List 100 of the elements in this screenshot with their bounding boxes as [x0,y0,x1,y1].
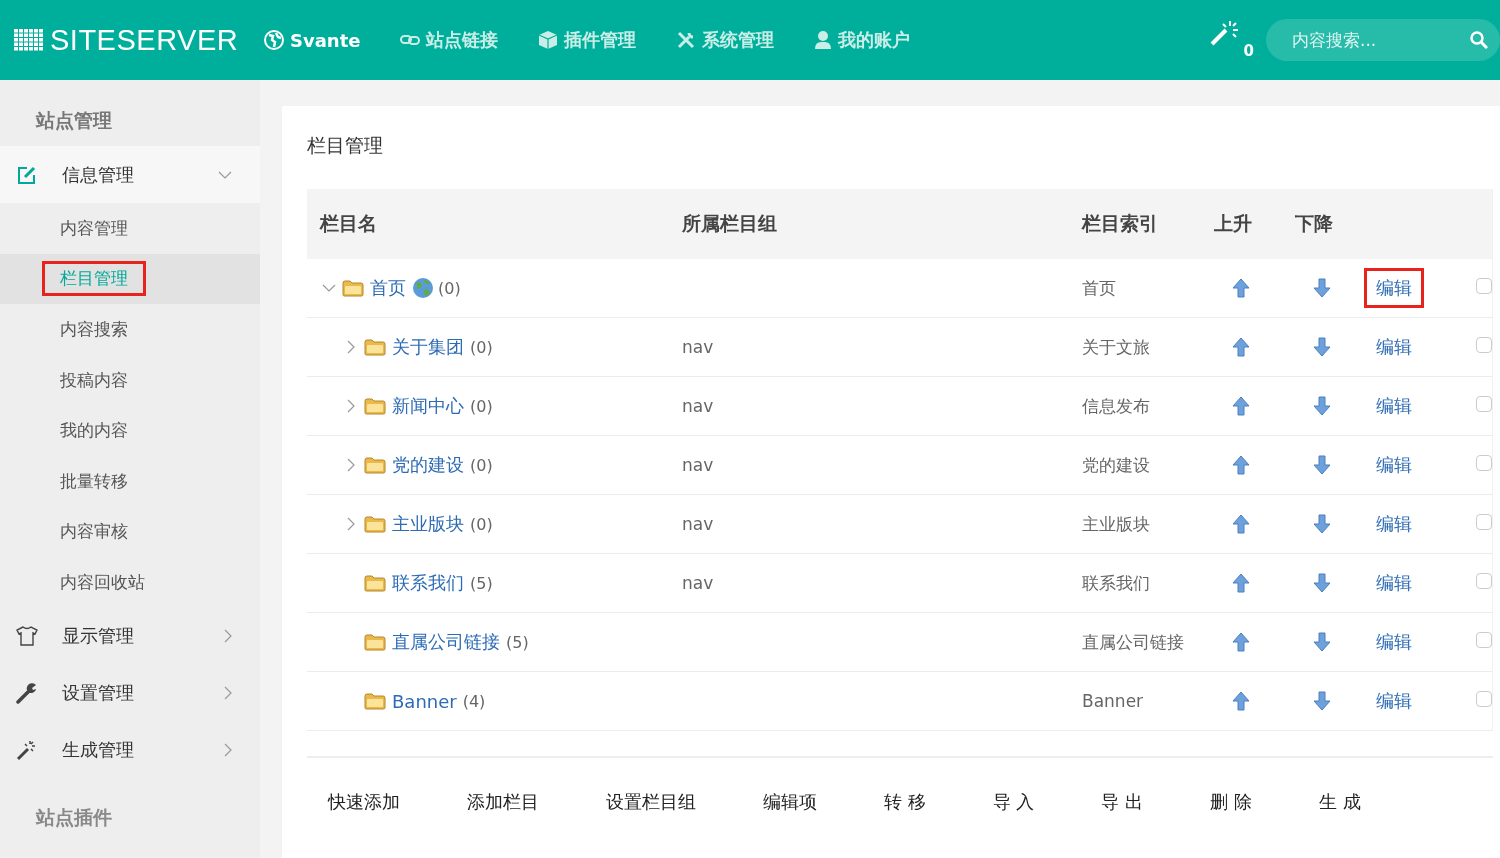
sidebar-group[interactable]: 信息管理 [0,146,260,203]
sidebar-item[interactable]: 我的内容 [42,413,146,449]
chevron-right-icon [347,458,355,472]
magic-wand-icon [16,739,38,762]
row-checkbox[interactable] [1476,278,1492,294]
row-checkbox[interactable] [1476,573,1492,589]
row-checkbox[interactable] [1476,337,1492,353]
sidebar-item[interactable]: 内容审核 [42,514,146,550]
edit-link[interactable]: 编辑 [1364,681,1424,721]
channel-link[interactable]: 直属公司链接 [390,630,502,654]
row-checkbox[interactable] [1476,396,1492,412]
content-count: (0) [470,514,493,534]
channel-link[interactable]: 新闻中心 [390,394,466,418]
action-button[interactable]: 删 除 [1189,784,1272,820]
edit-link[interactable]: 编辑 [1364,386,1424,426]
channel-link[interactable]: 主业版块 [390,512,466,536]
action-button[interactable]: 生 成 [1297,784,1381,820]
column-header: 栏目名 [320,211,378,236]
arrow-up-icon[interactable] [1232,455,1250,475]
folder-icon [342,279,364,297]
arrow-down-icon[interactable] [1313,337,1331,357]
arrow-up-icon[interactable] [1232,396,1250,416]
arrow-down-icon[interactable] [1313,455,1331,475]
arrow-down-icon[interactable] [1313,573,1331,593]
globe-icon [412,277,434,299]
arrow-up-icon[interactable] [1232,691,1250,711]
content-count: (5) [506,632,529,652]
column-header: 所属栏目组 [682,211,778,236]
channel-link[interactable]: 联系我们 [390,571,466,595]
folder-icon [364,692,386,710]
sidebar-item[interactable]: 内容回收站 [42,564,163,600]
edit-link[interactable]: 编辑 [1364,622,1424,662]
chevron-down-icon [322,284,336,292]
action-button[interactable]: 设置栏目组 [585,784,716,820]
content-count: (0) [438,278,461,298]
channel-group: nav [682,396,714,416]
edit-link[interactable]: 编辑 [1364,445,1424,485]
sidebar-group[interactable]: 生成管理 [0,721,260,779]
channel-group: nav [682,337,714,357]
arrow-down-icon[interactable] [1313,278,1331,298]
sidebar-item[interactable]: 投稿内容 [42,362,146,398]
row-checkbox[interactable] [1476,691,1492,707]
arrow-up-icon[interactable] [1232,632,1250,652]
action-button[interactable]: 快速添加 [307,784,420,820]
link-icon [400,34,421,46]
content-count: (4) [462,691,486,711]
arrow-down-icon[interactable] [1313,632,1331,652]
user-icon [814,30,833,50]
sidebar-group-label: 显示管理 [62,624,135,649]
globe-icon [264,30,284,50]
chevron-right-icon [347,340,355,354]
sidebar-group-label: 生成管理 [62,738,135,763]
edit-link[interactable]: 编辑 [1364,327,1424,367]
chevron-right-icon [224,686,232,701]
panel-title: 栏目管理 [307,133,384,158]
column-header: 栏目索引 [1082,211,1159,236]
edit-link[interactable]: 编辑 [1364,504,1424,544]
arrow-down-icon[interactable] [1313,691,1331,711]
sidebar-item[interactable]: 批量转移 [42,463,146,499]
action-button[interactable]: 导 出 [1080,784,1164,820]
folder-icon [364,456,386,474]
action-button[interactable]: 添加栏目 [446,784,559,820]
channel-index: 直属公司链接 [1082,631,1184,652]
channel-link[interactable]: 关于集团 [390,335,466,359]
row-checkbox[interactable] [1476,455,1492,471]
shirt-icon [16,626,38,647]
sidebar-item[interactable]: 内容管理 [42,210,146,246]
channel-link[interactable]: Banner [390,690,459,712]
channel-group: nav [682,455,714,475]
channel-link[interactable]: 党的建设 [390,453,466,477]
channel-index: 联系我们 [1082,572,1150,593]
channel-index: 首页 [1082,277,1116,298]
channel-group: nav [682,514,714,534]
brand-logo-text: SITESERVER [50,23,239,57]
sidebar-group[interactable]: 显示管理 [0,607,260,665]
channel-index: 主业版块 [1082,513,1150,534]
search-field[interactable]: 内容搜索... [1266,19,1500,61]
chevron-right-icon [347,399,355,413]
channel-index: 党的建设 [1082,454,1150,475]
row-checkbox[interactable] [1476,632,1492,648]
arrow-up-icon[interactable] [1232,337,1250,357]
arrow-up-icon[interactable] [1232,514,1250,534]
arrow-down-icon[interactable] [1313,396,1331,416]
action-button[interactable]: 导 入 [971,784,1055,820]
channel-link[interactable]: 首页 [368,276,408,300]
action-button[interactable]: 编辑项 [742,784,837,820]
sidebar-group[interactable]: 设置管理 [0,664,260,722]
sidebar-item[interactable]: 内容搜索 [42,312,146,347]
arrow-down-icon[interactable] [1313,514,1331,534]
row-checkbox[interactable] [1476,514,1492,530]
action-button[interactable]: 转 移 [863,784,946,820]
sidebar-group-label: 设置管理 [62,681,135,706]
arrow-up-icon[interactable] [1232,573,1250,593]
search-icon[interactable] [1470,31,1488,49]
edit-link[interactable]: 编辑 [1364,268,1424,308]
magic-wand-icon[interactable] [1209,20,1240,46]
arrow-up-icon[interactable] [1232,278,1250,298]
folder-icon [364,515,386,533]
tools-icon [676,30,697,50]
edit-link[interactable]: 编辑 [1364,563,1424,603]
